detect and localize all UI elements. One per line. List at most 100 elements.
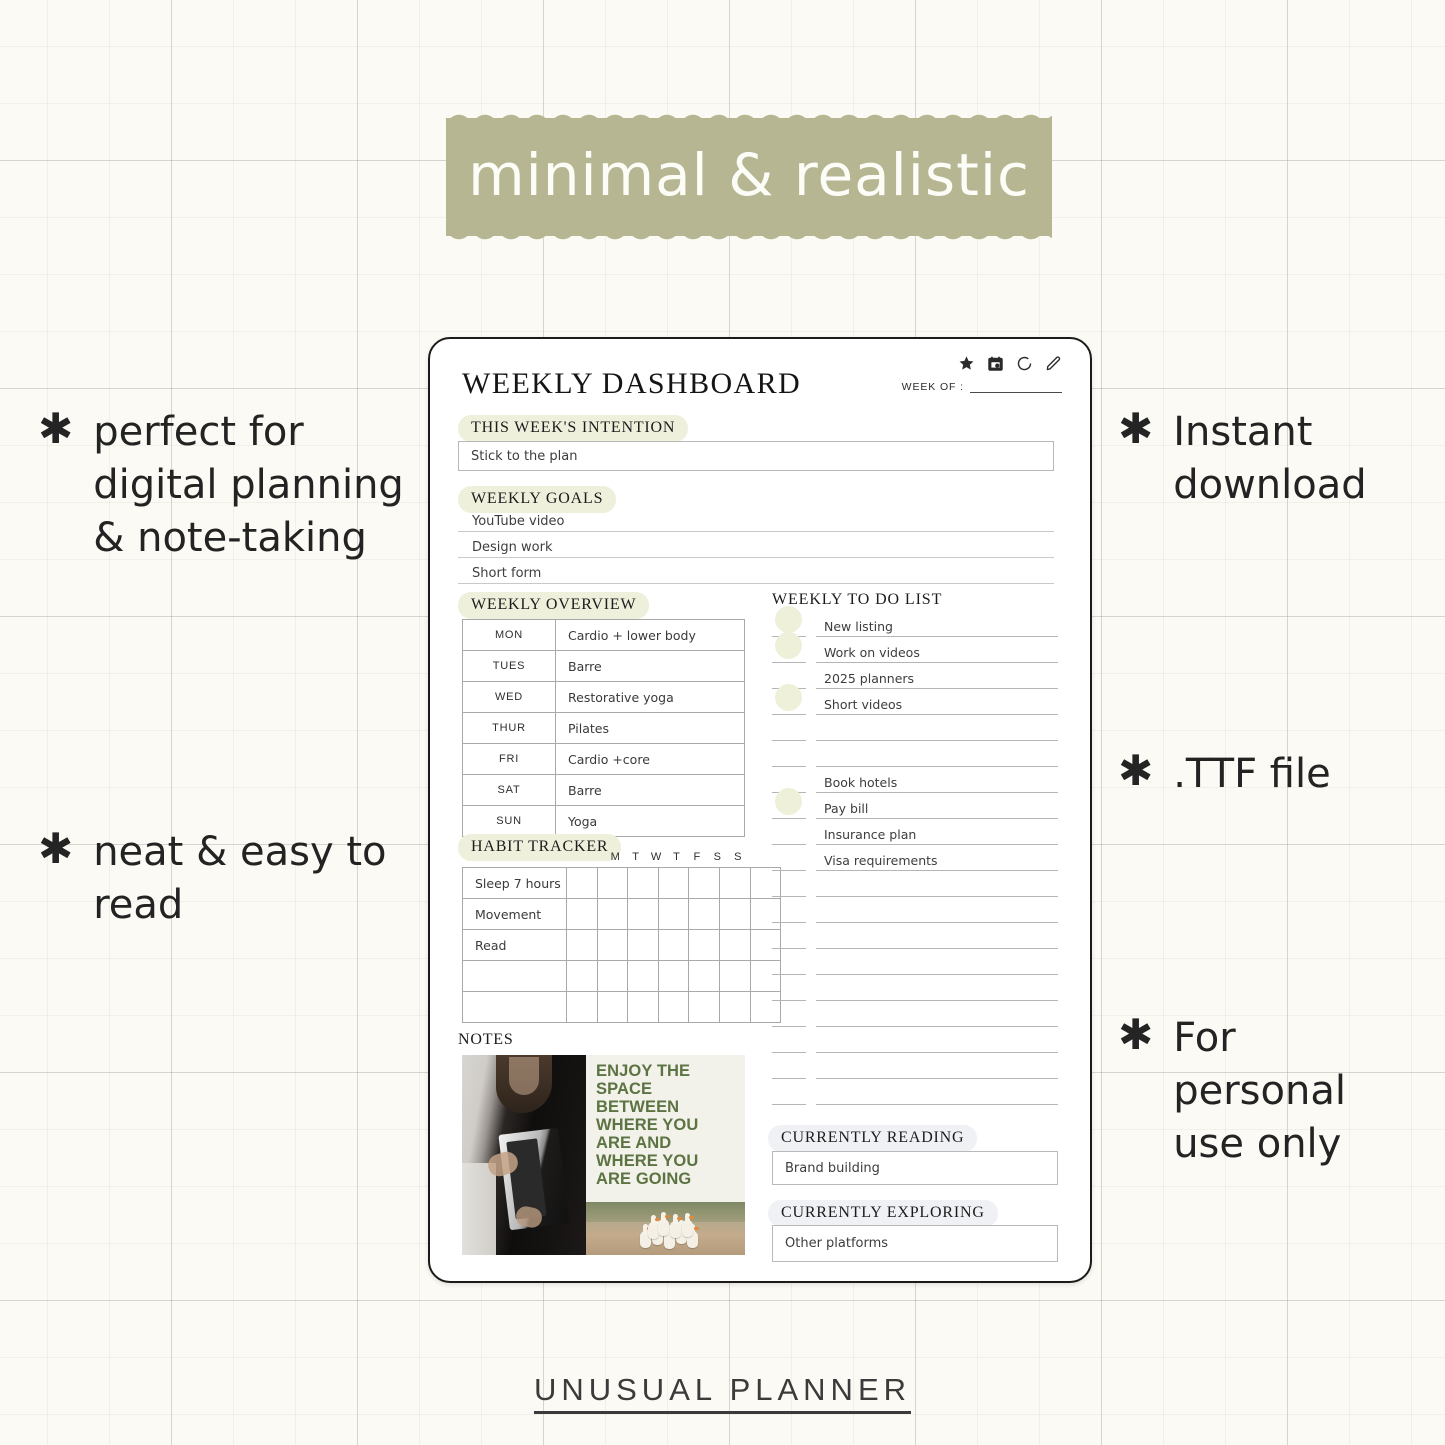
todo-row[interactable] (772, 1079, 1058, 1105)
habit-label[interactable]: Sleep 7 hours (462, 867, 567, 899)
habit-cell[interactable] (627, 991, 659, 1023)
intention-input[interactable]: Stick to the plan (458, 441, 1054, 471)
todo-row[interactable]: Visa requirements (772, 845, 1058, 871)
table-row[interactable]: SAT Barre (462, 774, 745, 806)
habit-cell[interactable] (566, 960, 598, 992)
currently-exploring-input[interactable]: Other platforms (772, 1225, 1058, 1262)
table-row[interactable]: THUR Pilates (462, 712, 745, 744)
overview-activity[interactable]: Barre (555, 774, 745, 806)
habit-label[interactable] (462, 960, 567, 992)
habit-cell[interactable] (657, 960, 690, 992)
table-row[interactable]: MON Cardio + lower body (462, 619, 745, 651)
todo-row[interactable]: Short videos (772, 684, 1058, 715)
todo-row[interactable] (772, 975, 1058, 1001)
currently-reading-input[interactable]: Brand building (772, 1151, 1058, 1185)
todo-checkbox[interactable] (772, 974, 806, 1001)
todo-row[interactable] (772, 1001, 1058, 1027)
overview-activity[interactable]: Barre (555, 650, 745, 682)
todo-text-field[interactable] (816, 975, 1058, 1001)
todo-text-field[interactable] (816, 741, 1058, 767)
todo-text-field[interactable] (816, 923, 1058, 949)
habit-cell[interactable] (566, 867, 598, 899)
habit-cell[interactable] (596, 867, 629, 899)
overview-activity[interactable]: Yoga (555, 805, 745, 837)
habit-cell[interactable] (657, 867, 690, 899)
todo-checkbox[interactable] (772, 788, 806, 819)
todo-row[interactable] (772, 1027, 1058, 1053)
todo-checkbox[interactable] (772, 1026, 806, 1053)
todo-checkbox[interactable] (772, 740, 806, 767)
table-row[interactable]: Sleep 7 hours (462, 867, 782, 899)
todo-text-field[interactable]: New listing (816, 611, 1058, 637)
todo-row[interactable]: New listing (772, 606, 1058, 637)
habit-cell[interactable] (596, 929, 629, 961)
todo-text-field[interactable]: Pay bill (816, 793, 1058, 819)
habit-cell[interactable] (657, 898, 690, 930)
todo-checkbox[interactable] (772, 844, 806, 871)
goal-row[interactable]: YouTube video (458, 506, 1054, 532)
table-row[interactable]: WED Restorative yoga (462, 681, 745, 713)
habit-cell[interactable] (688, 960, 720, 992)
planner-toolbar[interactable] (958, 355, 1062, 372)
table-row[interactable]: SUN Yoga (462, 805, 745, 837)
habit-cell[interactable] (566, 991, 598, 1023)
table-row[interactable]: Read (462, 929, 782, 961)
todo-text-field[interactable]: Book hotels (816, 767, 1058, 793)
circle-icon[interactable] (1016, 355, 1033, 372)
todo-checkbox[interactable] (772, 1052, 806, 1079)
pencil-icon[interactable] (1045, 355, 1062, 372)
habit-cell[interactable] (627, 960, 659, 992)
todo-row[interactable]: Insurance plan (772, 819, 1058, 845)
habit-cell[interactable] (657, 929, 690, 961)
goal-row[interactable]: Design work (458, 532, 1054, 558)
overview-activity[interactable]: Pilates (555, 712, 745, 744)
week-of-line[interactable] (970, 380, 1062, 393)
todo-row[interactable]: Book hotels (772, 767, 1058, 793)
habit-cell[interactable] (596, 898, 629, 930)
overview-activity[interactable]: Cardio +core (555, 743, 745, 775)
todo-checkbox[interactable] (772, 818, 806, 845)
table-row[interactable] (462, 991, 782, 1023)
todo-row[interactable] (772, 871, 1058, 897)
todo-text-field[interactable] (816, 1027, 1058, 1053)
planner-card[interactable]: WEEKLY DASHBOARD WEEK OF : THIS WEEK'S I… (428, 337, 1092, 1283)
todo-checkbox[interactable] (772, 1078, 806, 1105)
habit-cell[interactable] (657, 991, 690, 1023)
todo-row[interactable] (772, 741, 1058, 767)
habit-cell[interactable] (718, 991, 751, 1023)
todo-text-field[interactable] (816, 1001, 1058, 1027)
todo-row[interactable]: Pay bill (772, 788, 1058, 819)
todo-text-field[interactable] (816, 871, 1058, 897)
table-row[interactable] (462, 960, 782, 992)
overview-activity[interactable]: Cardio + lower body (555, 619, 745, 651)
overview-activity[interactable]: Restorative yoga (555, 681, 745, 713)
todo-checkbox[interactable] (772, 896, 806, 923)
habit-cell[interactable] (688, 867, 720, 899)
todo-checkbox[interactable] (772, 922, 806, 949)
todo-text-field[interactable] (816, 1079, 1058, 1105)
week-of-field[interactable]: WEEK OF : (902, 380, 1062, 393)
habit-label[interactable]: Movement (462, 898, 567, 930)
habit-label[interactable]: Read (462, 929, 567, 961)
todo-text-field[interactable]: Short videos (816, 689, 1058, 715)
todo-checkbox[interactable] (772, 714, 806, 741)
todo-checkbox[interactable] (772, 632, 806, 663)
goal-row[interactable]: Short form (458, 558, 1054, 584)
habit-cell[interactable] (718, 960, 751, 992)
habit-cell[interactable] (596, 991, 629, 1023)
habit-cell[interactable] (688, 898, 720, 930)
habit-cell[interactable] (566, 929, 598, 961)
habit-cell[interactable] (566, 898, 598, 930)
calendar-icon[interactable] (987, 355, 1004, 372)
todo-row[interactable] (772, 1053, 1058, 1079)
todo-row[interactable]: 2025 planners (772, 663, 1058, 689)
habit-cell[interactable] (718, 867, 751, 899)
todo-checkbox[interactable] (772, 684, 806, 715)
star-icon[interactable] (958, 355, 975, 372)
todo-row[interactable] (772, 949, 1058, 975)
habit-cell[interactable] (718, 898, 751, 930)
habit-label[interactable] (462, 991, 567, 1023)
todo-text-field[interactable] (816, 897, 1058, 923)
habit-cell[interactable] (627, 867, 659, 899)
todo-text-field[interactable]: Insurance plan (816, 819, 1058, 845)
